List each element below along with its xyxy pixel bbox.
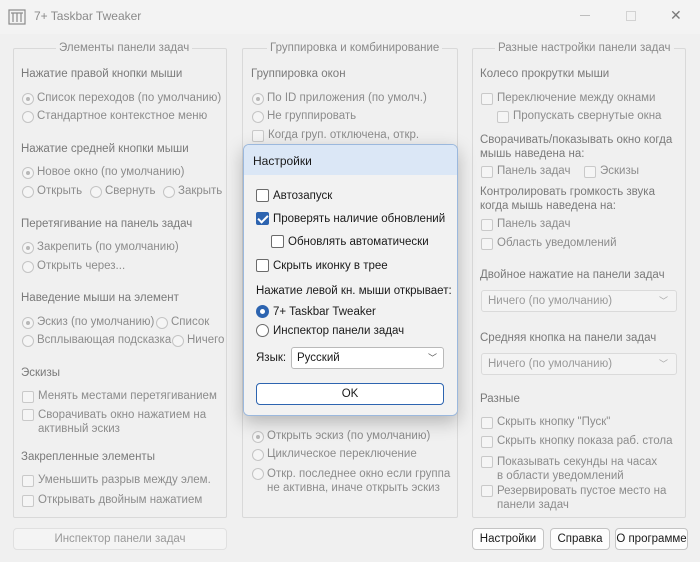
chevron-down-icon: ﹀	[658, 296, 668, 306]
dialog-title-bar: Настройки	[244, 145, 457, 175]
autostart-checkbox[interactable]: Автозапуск	[256, 189, 332, 202]
check-reserve-space[interactable]: Резервировать пустое место на панели зада…	[481, 484, 666, 512]
check-switch-windows[interactable]: Переключение между окнами	[481, 92, 655, 105]
ok-button[interactable]: OK	[256, 383, 444, 405]
checkmark-icon	[256, 212, 269, 225]
pinned-title: Закрепленные элементы	[21, 451, 155, 463]
settings-button[interactable]: Настройки	[472, 528, 544, 550]
check-show-seconds[interactable]: Показывать секунды на часах в области уве…	[481, 455, 657, 483]
radio-open-last[interactable]: Откр. последнее окно если группа не актив…	[252, 467, 450, 495]
radio-new-window[interactable]: Новое окно (по умолчанию)	[22, 166, 184, 179]
radio-nothing[interactable]: Ничего	[172, 334, 224, 347]
check-minimize-taskbar[interactable]: Панель задач	[481, 165, 570, 178]
check-swap-drag[interactable]: Менять местами перетягиванием	[22, 390, 217, 403]
radio-minimize[interactable]: Свернуть	[90, 185, 155, 198]
radio-group-by-id[interactable]: По ID приложения (по умолч.)	[252, 92, 427, 105]
app-icon	[8, 8, 26, 26]
check-volume-tray[interactable]: Область уведомлений	[481, 237, 617, 250]
middle-click-title: Нажатие средней кнопки мыши	[21, 143, 189, 155]
radio-cycle[interactable]: Циклическое переключение	[252, 448, 417, 461]
close-button[interactable]: ✕	[654, 0, 700, 32]
radio-open[interactable]: Открыть	[22, 185, 82, 198]
inspector-button[interactable]: Инспектор панели задач	[13, 528, 227, 550]
radio-open-thumbnail[interactable]: Открыть эскиз (по умолчанию)	[252, 430, 430, 443]
radio-open-tweaker[interactable]: 7+ Taskbar Tweaker	[256, 305, 376, 318]
double-click-select[interactable]: Ничего (по умолчанию) ﹀	[481, 290, 677, 312]
misc-title: Разные	[480, 393, 520, 405]
middle-button-select[interactable]: Ничего (по умолчанию) ﹀	[481, 353, 677, 375]
check-hide-show-desktop[interactable]: Скрыть кнопку показа раб. стола	[481, 435, 673, 448]
language-label: Язык:	[256, 352, 287, 364]
check-updates-checkbox[interactable]: Проверять наличие обновлений	[256, 212, 445, 225]
left-group-header: Элементы панели задач	[56, 42, 193, 54]
maximize-button[interactable]	[608, 0, 654, 32]
check-group-disabled[interactable]: Когда груп. отключена, откр.	[252, 129, 419, 142]
hover-title: Наведение мыши на элемент	[21, 292, 179, 304]
check-minimize-thumbnails[interactable]: Эскизы	[584, 165, 639, 178]
grouping-title: Группировка окон	[251, 68, 346, 80]
hide-tray-checkbox[interactable]: Скрыть иконку в трее	[256, 259, 388, 272]
title-bar: 7+ Taskbar Tweaker ✕	[0, 0, 700, 34]
double-click-title: Двойное нажатие на панели задач	[480, 269, 665, 281]
chevron-down-icon: ﹀	[427, 353, 437, 363]
volume-title: Контролировать громкость звука когда мышь…	[480, 186, 655, 212]
chevron-down-icon: ﹀	[658, 359, 668, 369]
minimize-hover-title: Сворачивать/показывать окно когда мышь на…	[480, 134, 673, 160]
radio-jumplist[interactable]: Список переходов (по умолчанию)	[22, 92, 221, 105]
about-button[interactable]: О программе	[615, 528, 688, 550]
middle-group-header: Группировка и комбинирование	[267, 42, 443, 54]
radio-pin[interactable]: Закрепить (по умолчанию)	[22, 241, 179, 254]
wheel-title: Колесо прокрутки мыши	[480, 68, 610, 80]
check-minimize-click[interactable]: Сворачивать окно нажатием на активный эск…	[22, 408, 206, 436]
settings-dialog: Настройки Автозапуск Проверять наличие о…	[243, 144, 458, 416]
check-reduce-gap[interactable]: Уменьшить разрыв между элем.	[22, 474, 211, 487]
radio-context-menu[interactable]: Стандартное контекстное меню	[22, 110, 207, 123]
check-double-click-open[interactable]: Открывать двойным нажатием	[22, 494, 202, 507]
middle-button-title: Средняя кнопка на панели задач	[480, 332, 657, 344]
window-title: 7+ Taskbar Tweaker	[34, 9, 142, 23]
left-click-label: Нажатие левой кн. мыши открывает:	[256, 285, 452, 297]
language-select[interactable]: Русский ﹀	[291, 347, 444, 369]
minimize-button[interactable]	[562, 0, 608, 32]
radio-close[interactable]: Закрыть	[163, 185, 222, 198]
right-group-header: Разные настройки панели задач	[495, 42, 674, 54]
check-skip-minimized[interactable]: Пропускать свернутые окна	[497, 110, 661, 123]
radio-open-inspector[interactable]: Инспектор панели задач	[256, 324, 404, 337]
radio-thumbnail[interactable]: Эскиз (по умолчанию)	[22, 316, 154, 329]
close-icon: ✕	[670, 7, 682, 23]
check-volume-taskbar[interactable]: Панель задач	[481, 218, 570, 231]
radio-open-with[interactable]: Открыть через...	[22, 260, 125, 273]
help-button[interactable]: Справка	[550, 528, 610, 550]
maximize-icon	[626, 11, 636, 21]
check-hide-start[interactable]: Скрыть кнопку "Пуск"	[481, 416, 610, 429]
dialog-body: Автозапуск Проверять наличие обновлений …	[244, 175, 457, 415]
radio-list[interactable]: Список	[156, 316, 209, 329]
drag-title: Перетягивание на панель задач	[21, 218, 193, 230]
right-click-title: Нажатие правой кнопки мыши	[21, 68, 183, 80]
thumbnails-title: Эскизы	[21, 367, 61, 379]
radio-no-group[interactable]: Не группировать	[252, 110, 356, 123]
auto-update-checkbox[interactable]: Обновлять автоматически	[271, 235, 429, 248]
minimize-icon	[580, 15, 590, 16]
dialog-title: Настройки	[253, 154, 312, 168]
radio-tooltip[interactable]: Всплывающая подсказка	[22, 334, 171, 347]
